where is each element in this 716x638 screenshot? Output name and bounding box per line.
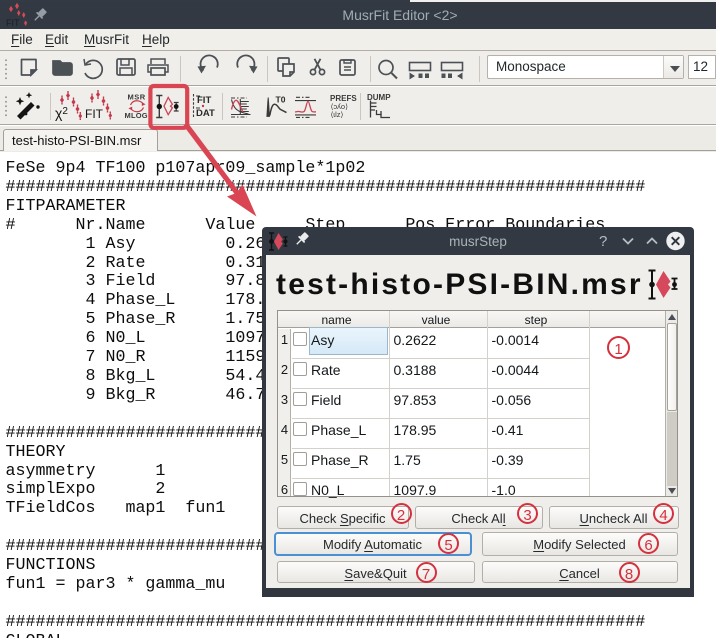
svg-text:T0: T0: [276, 95, 286, 105]
svg-text:MLOG: MLOG: [125, 111, 148, 120]
svg-text:MSR: MSR: [128, 93, 146, 102]
svg-text:χ2: χ2: [55, 105, 68, 121]
svg-text:DAT: DAT: [196, 108, 215, 119]
svg-text:FIT: FIT: [85, 107, 104, 121]
svg-text:⟨ɩlz⟩: ⟨ɩlz⟩: [331, 110, 344, 119]
svg-text:?: ?: [599, 233, 607, 250]
svg-text:FIT: FIT: [197, 95, 211, 106]
